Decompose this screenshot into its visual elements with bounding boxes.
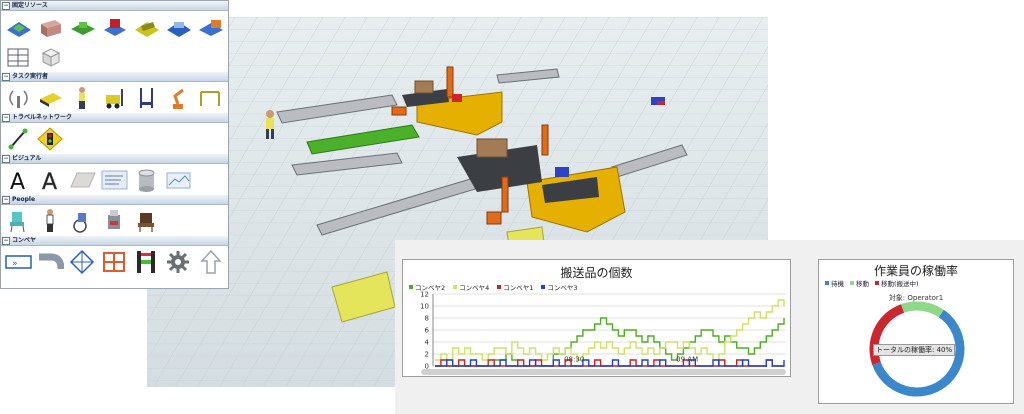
billboard-icon[interactable] [164,166,193,193]
shape-icon[interactable] [132,166,161,193]
statistics-area: 搬送品の個数 コンベヤ2 コンベヤ4 コンベヤ1 コンベヤ3 12 10 8 6 4 2 0… [395,240,1024,414]
forklift-icon[interactable] [100,84,129,111]
conveyor-row: » [1,246,228,277]
collapse-icon[interactable]: − [2,113,10,122]
equipment-icon[interactable] [100,207,129,234]
wheelchair-icon[interactable] [68,207,97,234]
join-conveyor-icon[interactable] [68,248,97,275]
staff-icon[interactable] [36,207,65,234]
library-panel: − 固定リソース − タスク実行者 − トラベルネットワーク − ビジュアル A A −… [0,0,229,289]
section-header-people[interactable]: − People [1,195,228,205]
section-label: ビジュアル [12,154,42,162]
series-line [435,359,785,367]
source-icon[interactable] [4,13,33,40]
svg-text:A: A [10,170,25,193]
transporter-icon[interactable] [36,84,65,111]
section-label: 固定リソース [12,1,48,9]
people-row [1,205,228,236]
separator-icon[interactable] [132,13,161,40]
rack-icon[interactable] [4,43,33,70]
collapse-icon[interactable]: − [2,236,10,245]
donut-slice [901,301,944,318]
dispatcher-icon[interactable] [4,84,33,111]
x-tick-label: 09 AM [676,356,698,364]
y-tick-label: 12 [420,291,429,299]
decision-point-icon[interactable] [100,248,129,275]
collapse-icon[interactable]: − [2,1,10,10]
series-line [435,359,784,367]
section-header-conveyors[interactable]: − コンベヤ [1,236,228,246]
line-chart-plot: 12108642008:30 09 AM [420,291,786,375]
network-node-icon[interactable] [4,125,33,152]
slide-icon[interactable] [100,166,129,193]
sink-icon[interactable] [196,13,225,40]
straight-conveyor-icon[interactable]: » [4,248,33,275]
photo-eye-icon[interactable] [132,248,161,275]
curved-conveyor-icon[interactable] [36,248,65,275]
operator-icon[interactable] [68,84,97,111]
svg-text:»: » [12,259,18,269]
queue-icon[interactable] [36,13,65,40]
fixed-resource-row [1,11,228,72]
section-label: コンベヤ [12,236,37,244]
y-tick-label: 8 [425,315,429,323]
processor-icon[interactable] [68,13,97,40]
section-header-fixed-resources[interactable]: − 固定リソース [1,1,228,11]
collapse-icon[interactable]: − [2,195,10,204]
operator-utilization-chart[interactable]: 作業員の稼働率 待機 移動 移動(搬送中) 対象: Operator1 トータル… [818,259,1014,404]
multiprocessor-icon[interactable] [164,13,193,40]
transfer-icon[interactable] [196,248,225,275]
collapse-icon[interactable]: − [2,154,10,163]
section-label: トラベルネットワーク [12,113,73,121]
svg-text:A: A [42,170,57,193]
motor-icon[interactable] [164,248,193,275]
y-tick-label: 10 [420,303,429,311]
section-header-visual[interactable]: − ビジュアル [1,154,228,164]
robot-icon[interactable] [164,84,193,111]
waiting-chair-icon[interactable] [132,207,161,234]
section-header-task-executers[interactable]: − タスク実行者 [1,72,228,82]
basic-fixed-resource-icon[interactable] [36,43,65,70]
crane-icon[interactable] [196,84,225,111]
plane-icon[interactable] [68,166,97,193]
visual-row: A A [1,164,228,195]
task-executer-row [1,82,228,113]
combiner-icon[interactable] [100,13,129,40]
y-tick-label: 6 [425,327,430,335]
text3d-icon[interactable]: A [36,166,65,193]
section-label: People [12,195,36,203]
x-tick-label: 08:30 [564,356,584,364]
y-tick-label: 2 [425,351,429,359]
total-utilization-label: トータルの稼働率: 40% [873,344,956,356]
elevator-icon[interactable] [132,84,161,111]
chair-icon[interactable] [4,207,33,234]
section-label: タスク実行者 [12,72,49,80]
chart-scrollbar [421,369,786,375]
section-header-travel-networks[interactable]: − トラベルネットワーク [1,113,228,123]
y-tick-label: 4 [425,339,430,347]
donut-chart [869,301,965,397]
collapse-icon[interactable]: − [2,72,10,81]
travel-network-row [1,123,228,154]
text-icon[interactable]: A [4,166,33,193]
traffic-control-icon[interactable] [36,125,65,152]
conveyor-content-chart[interactable]: 搬送品の個数 コンベヤ2 コンベヤ4 コンベヤ1 コンベヤ3 12 10 8 6 4 2 0… [402,259,791,377]
